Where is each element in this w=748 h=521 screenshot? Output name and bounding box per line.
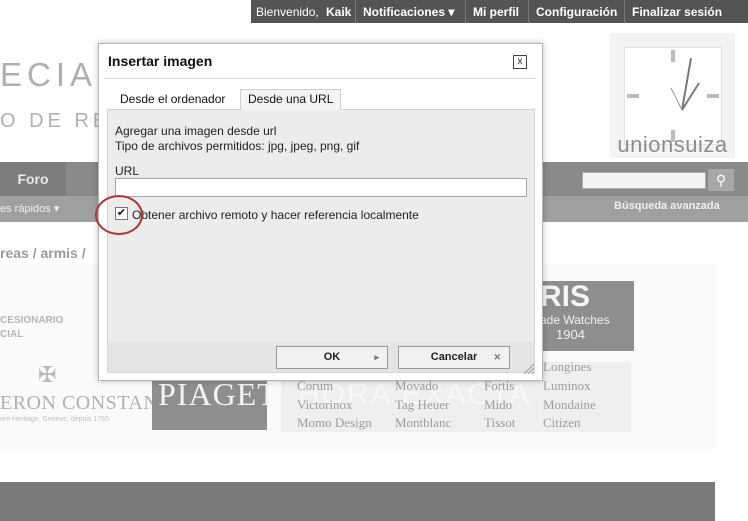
- chevron-down-icon: ▾: [448, 5, 455, 19]
- notifications-menu[interactable]: Notificaciones ▾: [363, 5, 454, 19]
- maltese-cross-icon: ✠: [38, 362, 57, 387]
- notifications-label: Notificaciones: [363, 5, 446, 19]
- clock-icon: [624, 47, 722, 145]
- vacheron-tagline: ere Heritage. Geneve, depuis 1755: [0, 416, 109, 423]
- brand-montblanc: Montblanc: [395, 415, 452, 430]
- divider: [104, 78, 535, 79]
- resize-grip-icon[interactable]: [522, 362, 535, 375]
- settings-link[interactable]: Configuración: [536, 5, 617, 19]
- file-types-text: Tipo de archivos permitidos: jpg, jpeg, …: [115, 139, 360, 153]
- close-icon[interactable]: x: [513, 55, 527, 69]
- divider: [624, 0, 625, 23]
- brand-longines: Longines: [543, 359, 592, 374]
- highlight-circle: [95, 195, 143, 235]
- tab-from-computer[interactable]: Desde el ordenador: [113, 90, 232, 109]
- quick-links-label: es rápidos: [0, 203, 51, 215]
- logout-link[interactable]: Finalizar sesión: [632, 5, 722, 19]
- oris-logo: RIS: [540, 280, 591, 313]
- brand-name: unionsuiza: [617, 132, 728, 157]
- brand-momo: Momo Design: [297, 415, 372, 430]
- advanced-search-link[interactable]: Búsqueda avanzada: [614, 200, 720, 212]
- oris-tagline: ade Watches: [540, 313, 610, 327]
- brand-mondaine: Mondaine: [543, 397, 596, 412]
- url-label: URL: [115, 164, 140, 178]
- brand-mido: Mido: [484, 397, 513, 412]
- chevron-down-icon: ▾: [53, 203, 60, 215]
- insert-image-dialog: Insertar imagen x Desde el ordenador Des…: [95, 43, 543, 381]
- brand-victorinox: Victorinox: [297, 397, 353, 412]
- close-icon: ✕: [493, 352, 501, 362]
- brand-tissot: Tissot: [484, 415, 516, 430]
- dealer-text: CESIONARIO CIAL: [0, 314, 63, 342]
- remote-file-checkbox-label[interactable]: Obtener archivo remoto y hacer referenci…: [132, 208, 419, 222]
- tab-from-url[interactable]: Desde una URL: [240, 89, 342, 110]
- brand-citizen: Citizen: [543, 415, 581, 430]
- dialog-title: Insertar imagen: [108, 53, 213, 69]
- profile-link[interactable]: Mi perfil: [473, 5, 519, 19]
- divider: [355, 0, 356, 23]
- piaget-logo: PIAGET: [158, 376, 278, 412]
- oris-year: 1904: [556, 327, 585, 342]
- site-logo-subtitle: O DE RE: [0, 110, 111, 132]
- brand-luminox: Luminox: [543, 378, 591, 393]
- dealer-line-2: CIAL: [0, 329, 24, 340]
- dealer-line-1: CESIONARIO: [0, 315, 64, 326]
- divider: [465, 0, 466, 23]
- content-header-bar: [0, 482, 715, 521]
- username-link[interactable]: Kaik: [326, 5, 351, 19]
- brand-logo[interactable]: unionsuiza: [610, 33, 735, 158]
- ok-button[interactable]: OK ▸: [276, 346, 388, 369]
- intro-text: Agregar una imagen desde url: [115, 124, 277, 138]
- ok-label: OK: [323, 351, 341, 363]
- divider: [528, 0, 529, 23]
- url-input[interactable]: [115, 178, 527, 197]
- cancel-button[interactable]: Cancelar ✕: [398, 346, 510, 369]
- quick-links-menu[interactable]: es rápidos ▾: [0, 202, 59, 215]
- arrow-right-icon: ▸: [374, 352, 379, 362]
- brand-tagheuer: Tag Heuer: [395, 397, 450, 412]
- welcome-text: Bienvenido,: [256, 5, 319, 19]
- breadcrumb[interactable]: reas / armis /: [0, 245, 86, 261]
- search-icon[interactable]: ⚲: [708, 169, 734, 191]
- nav-tab-forum[interactable]: Foro: [0, 162, 66, 196]
- search-input[interactable]: [582, 172, 706, 189]
- user-bar: Bienvenido, Kaik Notificaciones ▾ Mi per…: [251, 0, 748, 23]
